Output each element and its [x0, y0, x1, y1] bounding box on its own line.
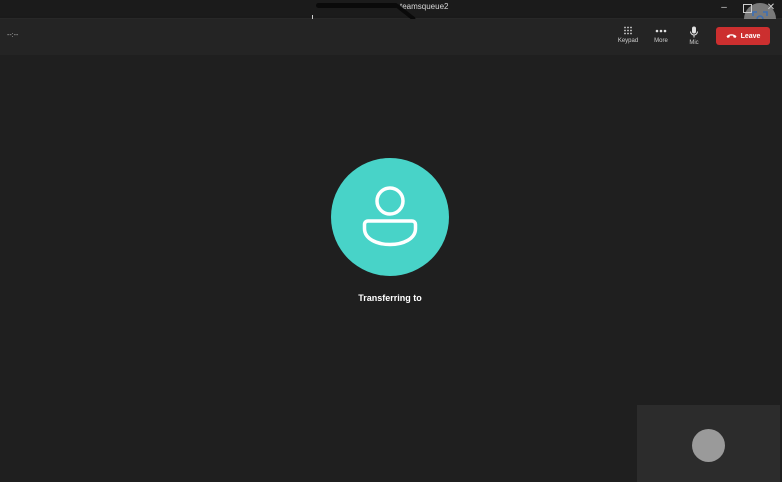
more-icon	[655, 29, 667, 33]
mic-button[interactable]: Mic	[679, 23, 709, 51]
self-view-tile[interactable]	[637, 405, 780, 482]
keypad-label: Keypad	[617, 38, 639, 44]
more-button[interactable]: More	[646, 23, 676, 51]
redaction-mark	[316, 3, 398, 8]
call-toolbar: --:-- Keypad More Mic	[0, 19, 782, 55]
teams-call-window: teamsqueue2 – ✕ --:-- Keypad	[0, 0, 782, 482]
leave-label: Leave	[740, 32, 761, 40]
person-icon	[362, 186, 418, 247]
keypad-button[interactable]: Keypad	[613, 23, 643, 51]
more-label: More	[654, 38, 668, 44]
self-avatar	[692, 429, 725, 462]
caller-avatar	[331, 158, 449, 276]
call-status-text: Transferring to	[358, 293, 422, 303]
leave-button[interactable]: Leave	[716, 27, 770, 45]
title-bar: teamsqueue2 – ✕	[0, 0, 782, 22]
phone-hangup-icon	[726, 34, 737, 38]
mic-label: Mic	[689, 40, 699, 46]
minimize-button[interactable]: –	[717, 1, 731, 15]
mic-icon	[690, 26, 698, 38]
call-timer: --:--	[7, 32, 19, 39]
keypad-icon	[624, 26, 632, 35]
